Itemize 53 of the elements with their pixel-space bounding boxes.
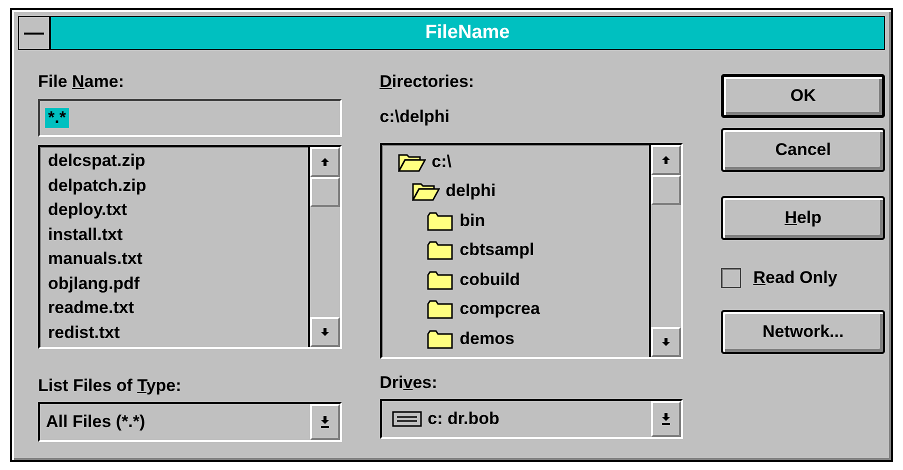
dropdown-value: c: dr.bob — [426, 409, 500, 429]
scroll-down-button[interactable] — [310, 317, 340, 347]
field-label: File Name: — [38, 71, 125, 93]
directory-item[interactable]: compcrea — [460, 299, 540, 320]
checkbox[interactable] — [721, 268, 742, 288]
dialog-button[interactable]: Network... — [721, 310, 885, 354]
dialog-button[interactable]: Help — [721, 196, 885, 240]
field-label: Drives: — [380, 372, 438, 394]
scroll-thumb[interactable] — [310, 177, 340, 207]
file-list-item[interactable]: redist.txt — [48, 320, 308, 345]
file-list[interactable]: delcspat.zip delpatch.zip deploy.txt install.txt manuals.txt objlang.pdf readme.txt redist.txt — [38, 145, 342, 349]
up-arrow-icon — [661, 155, 672, 165]
directory-item[interactable]: demos — [460, 328, 514, 349]
directory-item[interactable]: c:\ — [432, 152, 452, 172]
dialog-button[interactable]: Cancel — [721, 128, 885, 172]
dropdown-button[interactable] — [651, 401, 682, 437]
file-list-item[interactable]: delpatch.zip — [48, 174, 308, 198]
file-list-item[interactable]: readme.txt — [48, 296, 308, 320]
drive-icon — [392, 411, 422, 427]
current-directory: c:\delphi — [380, 106, 451, 128]
file-list-item[interactable]: install.txt — [48, 222, 308, 247]
down-arrow-icon — [661, 413, 672, 425]
system-menu-button[interactable]: — — [19, 17, 51, 49]
dropdown-button[interactable] — [310, 404, 340, 440]
directory-item[interactable]: cbtsampl — [460, 240, 534, 260]
scroll-up-button[interactable] — [310, 147, 340, 177]
dialog-button[interactable]: OK — [721, 74, 885, 118]
scrollbar[interactable] — [308, 147, 340, 347]
field-label: Directories: — [380, 71, 476, 93]
down-arrow-icon — [320, 327, 330, 337]
field-value: *.* — [45, 108, 69, 128]
scrollbar[interactable] — [649, 145, 682, 357]
drive-dropdown[interactable]: c: dr.bob — [380, 399, 684, 439]
file-list-item[interactable]: delcspat.zip — [48, 149, 308, 174]
file-type-dropdown[interactable]: All Files (*.*) — [38, 402, 342, 442]
down-arrow-icon — [661, 337, 672, 347]
scroll-thumb[interactable] — [651, 175, 682, 205]
up-arrow-icon — [320, 157, 330, 167]
directory-item[interactable]: bin — [460, 210, 486, 231]
scroll-up-button[interactable] — [651, 145, 682, 175]
directory-item[interactable]: delphi — [446, 181, 496, 202]
file-list-item[interactable]: manuals.txt — [48, 247, 308, 272]
scroll-down-button[interactable] — [651, 327, 682, 357]
dropdown-value: All Files (*.*) — [45, 412, 146, 432]
directory-tree[interactable]: c:\ delphi bin cbtsampl cobuild compcrea demos — [380, 143, 684, 359]
checkbox-label: Read Only — [753, 268, 838, 288]
file-name-field[interactable]: *.* — [38, 99, 342, 137]
file-list-item[interactable]: deploy.txt — [48, 198, 308, 222]
directory-item[interactable]: cobuild — [460, 270, 520, 290]
down-arrow-icon — [320, 416, 330, 428]
file-list-item[interactable]: objlang.pdf — [48, 272, 308, 296]
window-title: FileName — [424, 21, 511, 45]
field-label: List Files of Type: — [38, 375, 182, 397]
